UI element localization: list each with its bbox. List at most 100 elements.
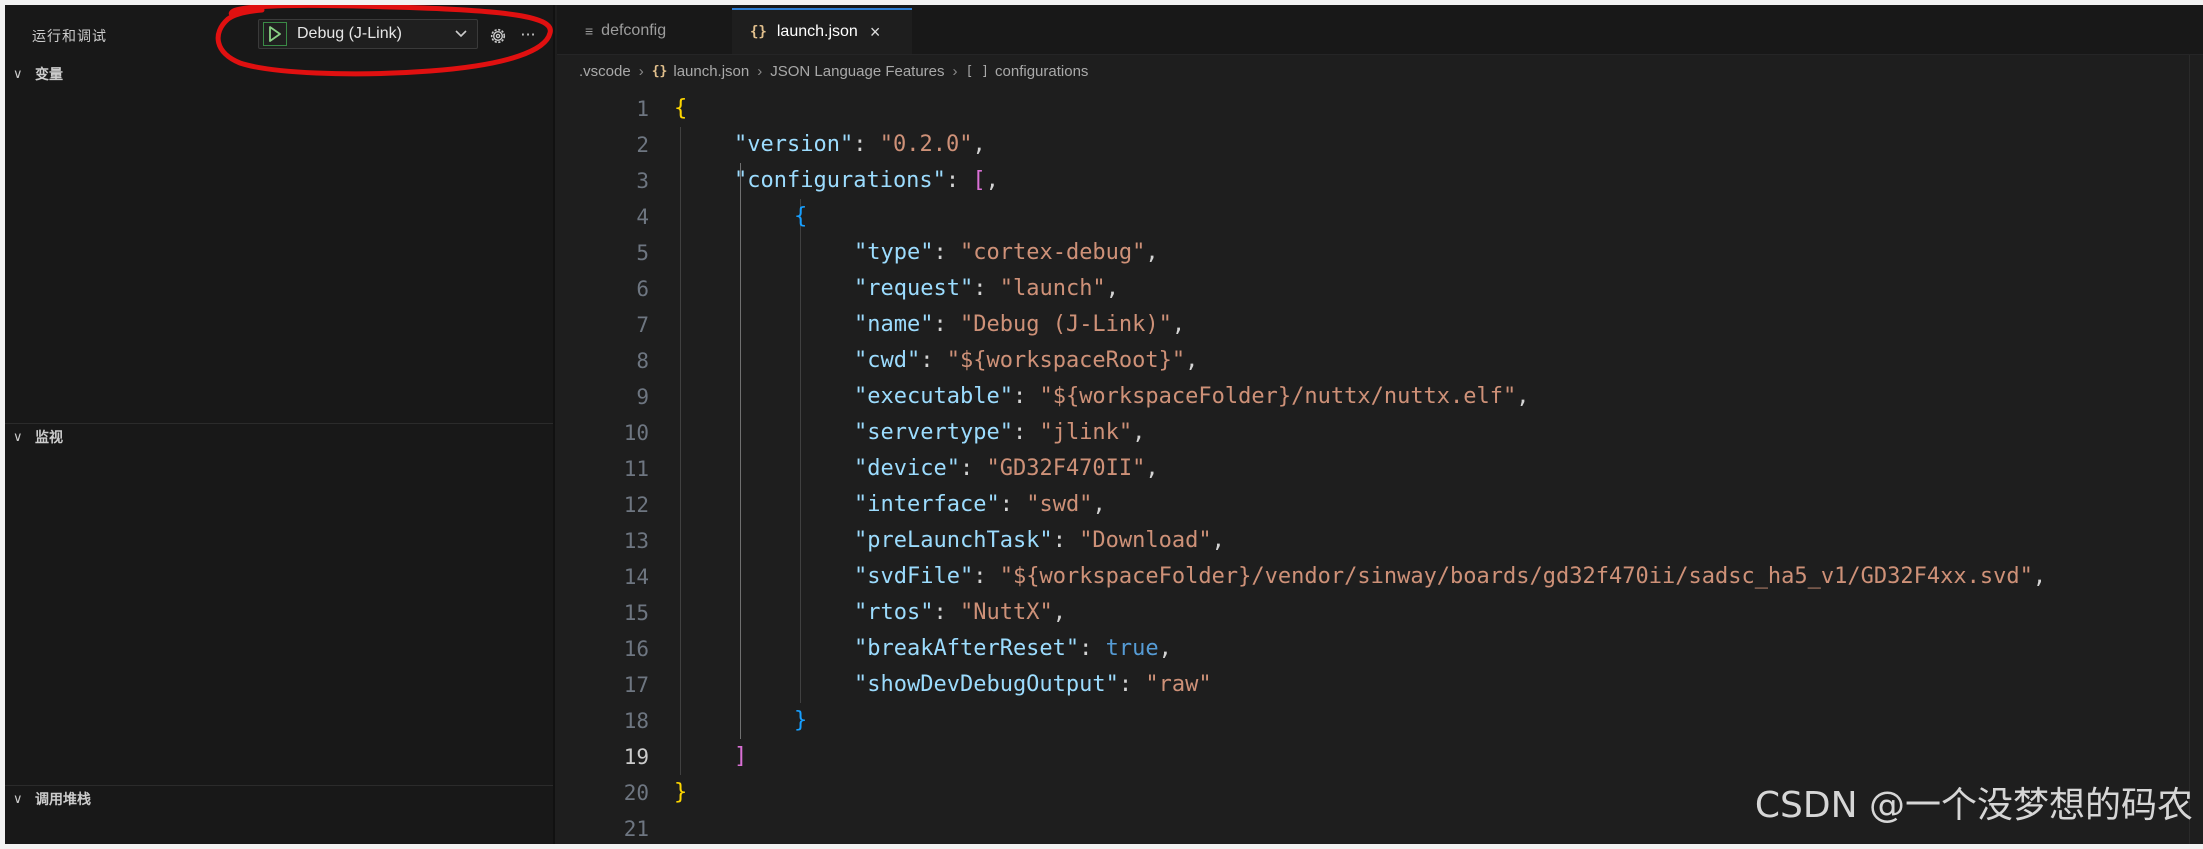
line-number: 10 xyxy=(623,421,649,445)
line-content: "cwd": "${workspaceRoot}", xyxy=(854,343,1198,379)
code-line[interactable]: 13 "preLaunchTask": "Download", xyxy=(557,523,2203,559)
line-number: 11 xyxy=(623,457,649,481)
code-line[interactable]: 2 "version": "0.2.0", xyxy=(557,127,2203,163)
json-colon: : xyxy=(1079,636,1106,661)
code-line[interactable]: 15 "rtos": "NuttX", xyxy=(557,595,2203,631)
close-icon[interactable]: × xyxy=(870,22,881,43)
json-colon: : xyxy=(933,240,960,265)
code-line[interactable]: 11 "device": "GD32F470II", xyxy=(557,451,2203,487)
line-number: 16 xyxy=(623,637,649,661)
json-bracket: { xyxy=(674,96,688,121)
breadcrumb-item[interactable]: JSON Language Features xyxy=(770,63,944,80)
breadcrumb-item[interactable]: .vscode xyxy=(579,63,631,80)
gear-icon[interactable] xyxy=(487,25,509,47)
json-bracket: [ xyxy=(972,168,986,193)
json-colon: : xyxy=(959,456,987,481)
json-key: "name" xyxy=(854,312,934,337)
section-label-variables: 变量 xyxy=(35,67,63,83)
json-value: "launch" xyxy=(999,276,1106,301)
code-line[interactable]: 18} xyxy=(557,703,2203,739)
json-comma: , xyxy=(1516,384,1530,409)
code-line[interactable]: 9 "executable": "${workspaceFolder}/nuttx… xyxy=(557,379,2203,415)
json-comma: , xyxy=(2032,564,2047,589)
code-line[interactable]: 16 "breakAfterReset": true, xyxy=(557,631,2203,667)
code-line[interactable]: 14 "svdFile": "${workspaceFolder}/vendor/… xyxy=(557,559,2203,595)
line-number: 14 xyxy=(623,565,649,589)
more-actions-icon[interactable]: ··· xyxy=(516,25,540,47)
code-line[interactable]: 6 "request": "launch", xyxy=(557,271,2203,307)
json-comma: , xyxy=(985,168,999,193)
line-number: 19 xyxy=(623,745,649,769)
json-key: "executable" xyxy=(854,384,1013,409)
code-line[interactable]: 19] xyxy=(557,739,2203,775)
json-braces-icon: {} xyxy=(750,24,767,40)
array-brackets-icon: [ ] xyxy=(965,63,990,79)
line-number: 15 xyxy=(623,601,649,625)
json-comma: , xyxy=(1145,456,1159,481)
json-colon: : xyxy=(920,348,947,373)
json-comma: , xyxy=(1211,528,1225,553)
json-key: "servertype" xyxy=(854,420,1013,445)
line-content: } xyxy=(674,775,687,811)
section-watch[interactable]: ∨ 监视 xyxy=(5,424,553,450)
line-number: 6 xyxy=(636,277,649,301)
chevron-right-icon: › xyxy=(952,62,958,80)
section-call-stack[interactable]: ∨ 调用堆栈 xyxy=(5,786,553,812)
debug-configuration-select[interactable]: Debug (J-Link) xyxy=(258,19,478,49)
line-number: 21 xyxy=(623,817,649,841)
json-comma: , xyxy=(1092,492,1106,517)
line-number: 5 xyxy=(636,241,649,265)
json-comma: , xyxy=(1185,348,1199,373)
json-colon: : xyxy=(1012,384,1040,409)
vertical-scrollbar[interactable] xyxy=(2189,55,2203,844)
line-content: "servertype": "jlink", xyxy=(854,415,1145,451)
section-variables[interactable]: ∨ 变量 xyxy=(5,61,553,87)
start-debugging-play-icon[interactable] xyxy=(263,22,287,46)
breadcrumb-item[interactable]: configurations xyxy=(995,63,1088,80)
code-line[interactable]: 4{ xyxy=(557,199,2203,235)
tab-defconfig[interactable]: ≡ defconfig xyxy=(567,8,702,54)
line-number: 18 xyxy=(623,709,649,733)
json-value: "Download" xyxy=(1079,528,1212,553)
json-key: "version" xyxy=(734,132,854,157)
json-comma: , xyxy=(1158,636,1172,661)
code-line[interactable]: 17 "showDevDebugOutput": "raw" xyxy=(557,667,2203,703)
tab-launch-json[interactable]: {} launch.json × xyxy=(732,8,912,54)
breadcrumb-item[interactable]: launch.json xyxy=(673,63,749,80)
line-number: 17 xyxy=(623,673,649,697)
json-value: "NuttX" xyxy=(959,600,1053,625)
line-content: "request": "launch", xyxy=(854,271,1119,307)
line-content: { xyxy=(794,199,807,235)
chevron-right-icon: › xyxy=(757,62,763,80)
json-key: "svdFile" xyxy=(854,564,974,589)
line-number: 12 xyxy=(623,493,649,517)
sidebar-header: 运行和调试 Debug (J-Link) ··· xyxy=(5,5,553,77)
code-editor[interactable]: 1{2 "version": "0.2.0", 3 "configurations":… xyxy=(557,91,2203,844)
code-line[interactable]: 8 "cwd": "${workspaceRoot}", xyxy=(557,343,2203,379)
json-comma: , xyxy=(1145,240,1159,265)
json-value: "${workspaceRoot}" xyxy=(946,348,1186,373)
json-braces-icon: {} xyxy=(651,63,668,79)
code-line[interactable]: 10 "servertype": "jlink", xyxy=(557,415,2203,451)
json-value: "raw" xyxy=(1145,672,1212,697)
breadcrumb: .vscode › {} launch.json › JSON Language… xyxy=(557,55,2203,87)
code-line[interactable]: 1{ xyxy=(557,91,2203,127)
tab-bar: ≡ defconfig {} launch.json × xyxy=(557,5,2203,55)
line-content: "interface": "swd", xyxy=(854,487,1106,523)
line-number: 3 xyxy=(636,169,649,193)
line-content: "device": "GD32F470II", xyxy=(854,451,1159,487)
json-colon: : xyxy=(1118,672,1146,697)
json-key: "showDevDebugOutput" xyxy=(854,672,1119,697)
line-content: "executable": "${workspaceFolder}/nuttx/… xyxy=(854,379,1530,415)
chevron-right-icon: › xyxy=(638,62,644,80)
json-bracket: { xyxy=(794,204,808,229)
code-line[interactable]: 7 "name": "Debug (J-Link)", xyxy=(557,307,2203,343)
section-label-watch: 监视 xyxy=(35,430,63,446)
json-key: "breakAfterReset" xyxy=(854,636,1080,661)
chevron-down-icon[interactable] xyxy=(451,24,471,44)
code-line[interactable]: 5 "type": "cortex-debug", xyxy=(557,235,2203,271)
code-line[interactable]: 12 "interface": "swd", xyxy=(557,487,2203,523)
code-line[interactable]: 3 "configurations": [, xyxy=(557,163,2203,199)
tab-label: launch.json xyxy=(776,23,858,40)
line-number: 1 xyxy=(636,97,649,121)
